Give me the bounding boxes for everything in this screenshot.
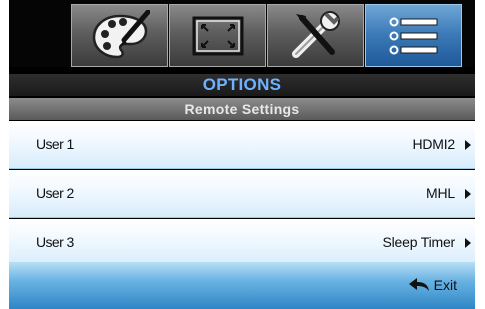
row-value: Sleep Timer — [382, 234, 456, 250]
arrow-right-icon[interactable] — [465, 238, 471, 248]
submenu-title: Remote Settings — [9, 98, 475, 120]
row-label: User 1 — [36, 136, 74, 152]
arrow-right-icon[interactable] — [465, 189, 471, 199]
exit-label: Exit — [433, 277, 457, 293]
menu-footer: Exit — [9, 262, 475, 309]
tools-icon — [291, 10, 340, 58]
tab-display[interactable] — [169, 4, 266, 67]
menu-row-user-2[interactable]: User 2 MHL — [9, 170, 475, 218]
row-value: MHL — [426, 185, 455, 201]
row-value: HDMI2 — [412, 136, 455, 152]
menu-row-user-1[interactable]: User 1 HDMI2 — [9, 121, 475, 169]
screen-resize-icon — [192, 16, 243, 55]
back-arrow-icon — [408, 278, 429, 291]
tab-options[interactable] — [365, 4, 462, 67]
row-label: User 3 — [36, 234, 74, 250]
options-list-icon — [389, 17, 437, 54]
palette-icon — [92, 9, 150, 58]
osd-menu: OPTIONS Remote Settings User 1 HDMI2 Use… — [9, 0, 475, 309]
menu-row-user-3[interactable]: User 3 Sleep Timer — [9, 219, 475, 267]
row-label: User 2 — [36, 185, 74, 201]
menu-title: OPTIONS — [9, 74, 475, 96]
menu-tab-strip — [9, 0, 475, 67]
tab-setup[interactable] — [267, 4, 364, 67]
exit-button[interactable]: Exit — [408, 277, 457, 293]
tab-image[interactable] — [71, 4, 168, 67]
arrow-right-icon[interactable] — [465, 140, 471, 150]
